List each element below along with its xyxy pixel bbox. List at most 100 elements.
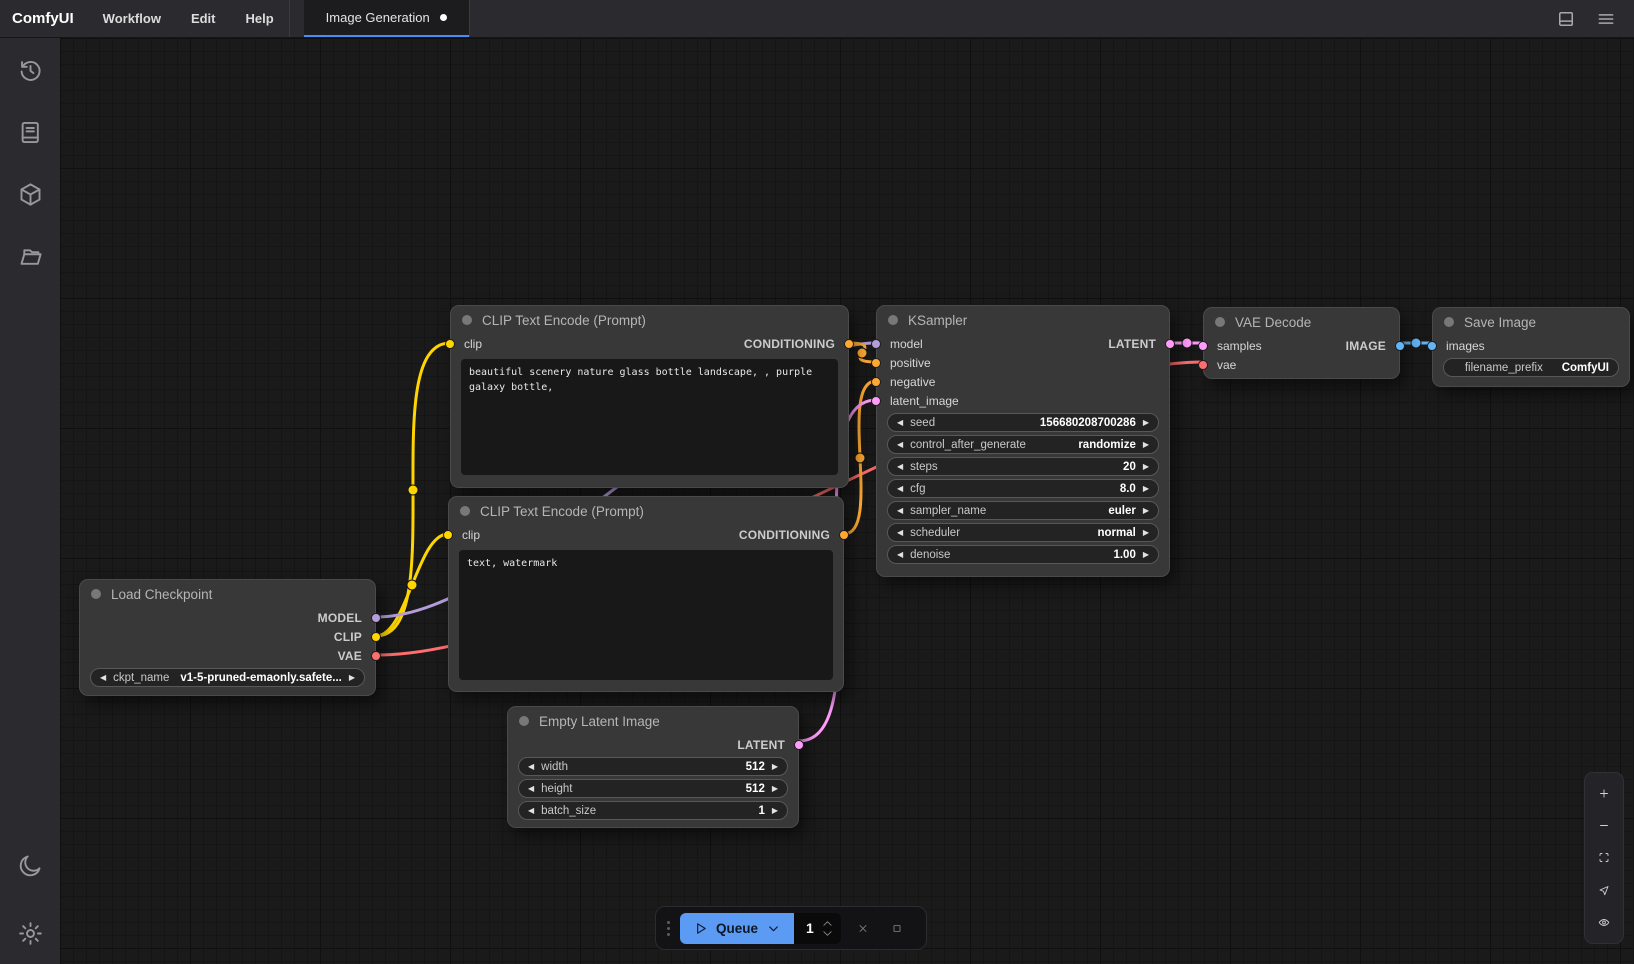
menu-edit[interactable]: Edit	[176, 0, 231, 37]
port-positive-input[interactable]	[871, 358, 881, 368]
port-clip-output[interactable]	[371, 632, 381, 642]
decrement-arrow-icon[interactable]: ◀	[897, 463, 903, 471]
decrement-arrow-icon[interactable]: ◀	[897, 485, 903, 493]
collapse-dot-icon[interactable]	[460, 506, 470, 516]
node-vae-decode[interactable]: VAE Decode samples IMAGE vae	[1203, 307, 1400, 379]
decrement-arrow-icon[interactable]: ◀	[897, 441, 903, 449]
widget-width[interactable]: ◀ width 512 ▶	[518, 757, 788, 776]
theme-toggle-button[interactable]	[15, 850, 45, 880]
node-clip-text-encode-negative[interactable]: CLIP Text Encode (Prompt) clip CONDITION…	[448, 496, 844, 692]
port-conditioning-output[interactable]	[839, 530, 849, 540]
model-library-button[interactable]	[15, 179, 45, 209]
widget-denoise[interactable]: ◀ denoise 1.00 ▶	[887, 545, 1159, 564]
positive-prompt-textarea[interactable]: beautiful scenery nature glass bottle la…	[461, 359, 838, 475]
increment-arrow-icon[interactable]: ▶	[772, 785, 778, 793]
node-header[interactable]: Save Image	[1433, 308, 1629, 336]
port-image-output[interactable]	[1395, 341, 1405, 351]
widget-filename-prefix[interactable]: filename_prefix ComfyUI	[1443, 358, 1619, 377]
port-model-input[interactable]	[871, 339, 881, 349]
bottom-panel-toggle-icon[interactable]	[1556, 9, 1576, 29]
widget-ckpt-name[interactable]: ◀ ckpt_name v1-5-pruned-emaonly.safete..…	[90, 668, 365, 687]
fit-view-button[interactable]	[1592, 846, 1616, 870]
port-negative-input[interactable]	[871, 377, 881, 387]
port-latent-output[interactable]	[794, 740, 804, 750]
spinner-up-icon[interactable]	[822, 920, 833, 927]
increment-arrow-icon[interactable]: ▶	[349, 674, 355, 682]
port-images-input[interactable]	[1427, 341, 1437, 351]
port-latent-output[interactable]	[1165, 339, 1175, 349]
queue-button[interactable]: Queue	[680, 913, 794, 944]
widget-control-after-generate[interactable]: ◀ control_after_generate randomize ▶	[887, 435, 1159, 454]
queue-history-button[interactable]	[15, 55, 45, 85]
collapse-dot-icon[interactable]	[519, 716, 529, 726]
port-latent-image-input[interactable]	[871, 396, 881, 406]
increment-arrow-icon[interactable]: ▶	[772, 763, 778, 771]
node-empty-latent-image[interactable]: Empty Latent Image LATENT ◀ width 512 ▶ …	[507, 706, 799, 828]
port-model-output[interactable]	[371, 613, 381, 623]
tab-image-generation[interactable]: Image Generation	[304, 0, 469, 37]
node-header[interactable]: KSampler	[877, 306, 1169, 334]
node-ksampler[interactable]: KSampler model LATENT positive negative …	[876, 305, 1170, 577]
decrement-arrow-icon[interactable]: ◀	[100, 674, 106, 682]
decrement-arrow-icon[interactable]: ◀	[528, 785, 534, 793]
node-library-button[interactable]	[15, 117, 45, 147]
node-load-checkpoint[interactable]: Load Checkpoint MODEL CLIP VAE ◀ ckpt_na…	[79, 579, 376, 696]
increment-arrow-icon[interactable]: ▶	[1143, 419, 1149, 427]
zoom-in-button[interactable]	[1592, 781, 1616, 805]
collapse-dot-icon[interactable]	[91, 589, 101, 599]
increment-arrow-icon[interactable]: ▶	[1143, 441, 1149, 449]
widget-scheduler[interactable]: ◀ scheduler normal ▶	[887, 523, 1159, 542]
decrement-arrow-icon[interactable]: ◀	[897, 529, 903, 537]
clear-queue-button[interactable]	[851, 916, 875, 940]
collapse-dot-icon[interactable]	[462, 315, 472, 325]
negative-prompt-textarea[interactable]: text, watermark	[459, 550, 833, 680]
zoom-out-button[interactable]	[1592, 814, 1616, 838]
spinner-down-icon[interactable]	[822, 930, 833, 937]
menu-help[interactable]: Help	[231, 0, 289, 37]
widget-height[interactable]: ◀ height 512 ▶	[518, 779, 788, 798]
node-header[interactable]: Load Checkpoint	[80, 580, 375, 608]
collapse-dot-icon[interactable]	[888, 315, 898, 325]
increment-arrow-icon[interactable]: ▶	[772, 807, 778, 815]
increment-arrow-icon[interactable]: ▶	[1143, 551, 1149, 559]
node-save-image[interactable]: Save Image images filename_prefix ComfyU…	[1432, 307, 1630, 387]
toggle-link-visibility-button[interactable]	[1592, 911, 1616, 935]
collapse-dot-icon[interactable]	[1215, 317, 1225, 327]
increment-arrow-icon[interactable]: ▶	[1143, 463, 1149, 471]
widget-steps[interactable]: ◀ steps 20 ▶	[887, 457, 1159, 476]
hamburger-menu-icon[interactable]	[1596, 9, 1616, 29]
collapse-dot-icon[interactable]	[1444, 317, 1454, 327]
port-vae-input[interactable]	[1198, 360, 1208, 370]
node-header[interactable]: CLIP Text Encode (Prompt)	[451, 306, 848, 334]
node-clip-text-encode-positive[interactable]: CLIP Text Encode (Prompt) clip CONDITION…	[450, 305, 849, 488]
decrement-arrow-icon[interactable]: ◀	[897, 419, 903, 427]
node-header[interactable]: VAE Decode	[1204, 308, 1399, 336]
port-samples-input[interactable]	[1198, 341, 1208, 351]
decrement-arrow-icon[interactable]: ◀	[897, 507, 903, 515]
workflows-button[interactable]	[15, 241, 45, 271]
widget-batch-size[interactable]: ◀ batch_size 1 ▶	[518, 801, 788, 820]
port-conditioning-output[interactable]	[844, 339, 854, 349]
widget-seed[interactable]: ◀ seed 156680208700286 ▶	[887, 413, 1159, 432]
node-canvas[interactable]	[60, 38, 1634, 964]
increment-arrow-icon[interactable]: ▶	[1143, 529, 1149, 537]
decrement-arrow-icon[interactable]: ◀	[897, 551, 903, 559]
port-clip-input[interactable]	[443, 530, 453, 540]
settings-button[interactable]	[15, 918, 45, 948]
decrement-arrow-icon[interactable]: ◀	[528, 807, 534, 815]
port-vae-output[interactable]	[371, 651, 381, 661]
decrement-arrow-icon[interactable]: ◀	[528, 763, 534, 771]
widget-sampler-name[interactable]: ◀ sampler_name euler ▶	[887, 501, 1159, 520]
widget-cfg[interactable]: ◀ cfg 8.0 ▶	[887, 479, 1159, 498]
node-header[interactable]: CLIP Text Encode (Prompt)	[449, 497, 843, 525]
chevron-down-icon[interactable]	[766, 921, 781, 936]
node-header[interactable]: Empty Latent Image	[508, 707, 798, 735]
drag-handle-icon[interactable]	[667, 921, 670, 936]
batch-count-input[interactable]: 1	[794, 913, 841, 944]
increment-arrow-icon[interactable]: ▶	[1143, 507, 1149, 515]
stop-button[interactable]	[885, 916, 909, 940]
menu-workflow[interactable]: Workflow	[88, 0, 176, 37]
increment-arrow-icon[interactable]: ▶	[1143, 485, 1149, 493]
app-logo[interactable]: ComfyUI	[0, 0, 88, 37]
select-mode-button[interactable]	[1592, 878, 1616, 902]
